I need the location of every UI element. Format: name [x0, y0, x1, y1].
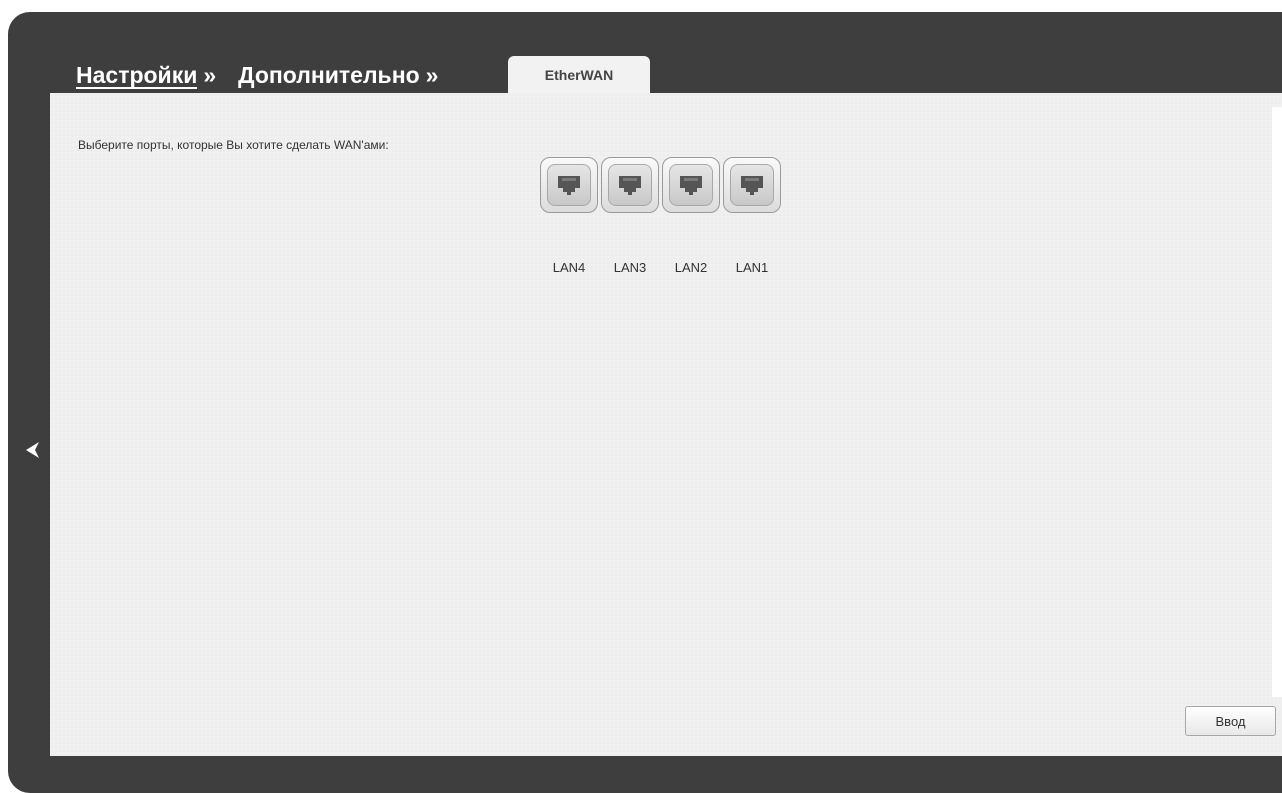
ethernet-port-icon: [619, 176, 641, 195]
port-button-lan4[interactable]: [540, 157, 598, 213]
content-panel: Выберите порты, которые Вы хотите сделат…: [50, 93, 1282, 756]
ethernet-port-icon: [680, 176, 702, 195]
port-button-lan2[interactable]: [662, 157, 720, 213]
port-labels-row: LAN4 LAN3 LAN2 LAN1: [540, 260, 781, 275]
port-label-lan2: LAN2: [674, 260, 708, 275]
ethernet-port-icon: [741, 176, 763, 195]
ports-prompt: Выберите порты, которые Вы хотите сделат…: [78, 138, 389, 152]
tab-etherwan[interactable]: EtherWAN: [508, 56, 650, 94]
breadcrumb-separator: »: [425, 62, 439, 88]
chevron-left-icon[interactable]: [20, 436, 48, 464]
breadcrumb: Настройки » Дополнительно »: [76, 62, 460, 89]
port-button-lan3[interactable]: [601, 157, 659, 213]
port-label-lan1: LAN1: [735, 260, 769, 275]
tab-label: EtherWAN: [544, 67, 614, 83]
ports-row: [540, 157, 781, 213]
breadcrumb-separator: »: [203, 62, 217, 88]
breadcrumb-advanced-link[interactable]: Дополнительно: [238, 62, 419, 89]
port-button-lan1[interactable]: [723, 157, 781, 213]
scrollbar-track[interactable]: [1272, 107, 1282, 697]
submit-button[interactable]: Ввод: [1185, 706, 1276, 736]
port-label-lan4: LAN4: [552, 260, 586, 275]
ethernet-port-icon: [558, 176, 580, 195]
breadcrumb-settings-link[interactable]: Настройки: [76, 63, 198, 89]
port-label-lan3: LAN3: [613, 260, 647, 275]
